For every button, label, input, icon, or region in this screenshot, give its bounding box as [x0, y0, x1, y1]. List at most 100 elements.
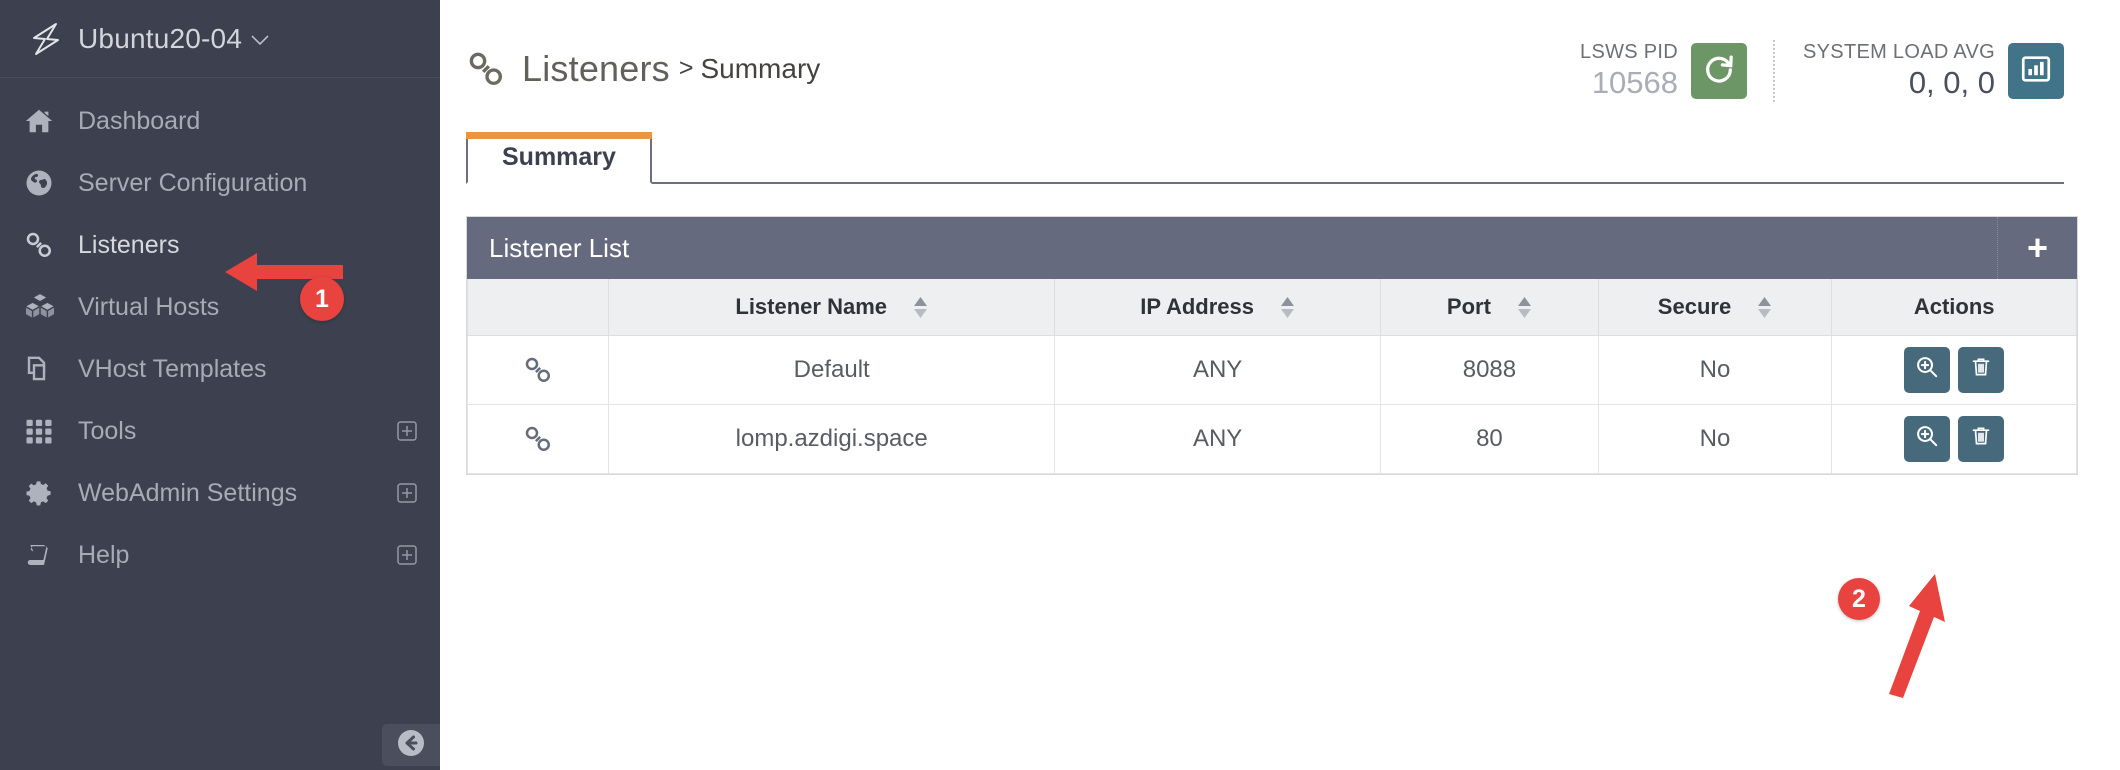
status-indicators: LSWS PID 10568	[1580, 34, 2064, 102]
link-chain-icon	[24, 230, 68, 260]
sort-icon[interactable]	[913, 297, 928, 318]
sidebar-item-dashboard[interactable]: Dashboard	[0, 90, 440, 152]
sidebar-item-label: Help	[78, 541, 129, 570]
brand-header[interactable]: Ubuntu20-04	[0, 0, 440, 78]
view-listener-button[interactable]	[1904, 416, 1950, 462]
breadcrumb: Listeners > Summary	[466, 34, 820, 90]
lsws-pid-label: LSWS PID	[1580, 42, 1678, 64]
expand-plus-icon[interactable]	[396, 544, 418, 566]
lightning-bolt-icon	[24, 17, 68, 61]
sidebar-item-tools[interactable]: Tools	[0, 400, 440, 462]
page-title: Listeners	[522, 48, 670, 90]
column-header-listener-name[interactable]: Listener Name	[609, 279, 1055, 336]
delete-listener-button[interactable]	[1958, 416, 2004, 462]
column-header-port[interactable]: Port	[1381, 279, 1598, 336]
lsws-pid-stat: LSWS PID 10568	[1580, 42, 1747, 99]
expand-plus-icon[interactable]	[396, 420, 418, 442]
chevron-down-icon[interactable]	[251, 32, 269, 49]
row-type-cell	[468, 405, 609, 474]
real-time-stats-button[interactable]	[2008, 43, 2064, 99]
column-header-icon	[468, 279, 609, 336]
tab-label: Summary	[502, 143, 616, 172]
webadmin-console: Ubuntu20-04 Dashboard	[0, 0, 2120, 770]
copy-files-icon	[24, 354, 68, 384]
magnifier-plus-icon	[1914, 423, 1940, 456]
column-label: IP Address	[1140, 294, 1254, 320]
grid-dots-icon	[24, 416, 68, 446]
lsws-pid-value: 10568	[1580, 66, 1678, 99]
cubes-icon	[24, 292, 68, 322]
link-chain-icon	[466, 49, 506, 89]
sort-icon[interactable]	[1757, 297, 1772, 318]
cell-port: 8088	[1381, 336, 1598, 405]
sort-icon[interactable]	[1517, 297, 1532, 318]
arrow-left-circle-icon	[395, 727, 427, 764]
bar-chart-icon	[2019, 52, 2053, 91]
sidebar-item-help[interactable]: Help	[0, 524, 440, 586]
link-chain-icon	[468, 424, 608, 454]
link-chain-icon	[468, 355, 608, 385]
cell-ip-address: ANY	[1055, 336, 1381, 405]
page-header: Listeners > Summary LSWS PID 10568	[440, 0, 2120, 102]
column-label: Port	[1447, 294, 1491, 320]
sidebar-nav: Dashboard Server Configuration	[0, 78, 440, 770]
sort-icon[interactable]	[1280, 297, 1295, 318]
sidebar-item-listeners[interactable]: Listeners	[0, 214, 440, 276]
panel-title: Listener List	[489, 233, 629, 264]
refresh-icon	[1702, 52, 1736, 91]
row-type-cell	[468, 336, 609, 405]
status-divider	[1773, 40, 1777, 102]
sidebar-item-label: Tools	[78, 417, 136, 446]
column-label: Actions	[1914, 294, 1995, 320]
restart-server-button[interactable]	[1691, 43, 1747, 99]
column-header-actions: Actions	[1832, 279, 2077, 336]
book-icon	[24, 540, 68, 570]
breadcrumb-current: Summary	[700, 53, 820, 85]
breadcrumb-separator: >	[679, 54, 694, 83]
sidebar-item-server-configuration[interactable]: Server Configuration	[0, 152, 440, 214]
listener-list-panel: Listener List + Listener Name	[466, 216, 2078, 475]
table-header-row: Listener Name IP Address	[468, 279, 2077, 336]
cell-secure: No	[1598, 405, 1832, 474]
column-label: Secure	[1658, 294, 1731, 320]
table-row[interactable]: Default ANY 8088 No	[468, 336, 2077, 405]
home-icon	[24, 106, 68, 136]
cell-actions	[1832, 336, 2077, 405]
system-load-label: SYSTEM LOAD AVG	[1803, 42, 1995, 64]
plus-icon: +	[2027, 234, 2048, 262]
column-header-secure[interactable]: Secure	[1598, 279, 1832, 336]
tab-bar: Summary	[466, 130, 2064, 184]
panel-header: Listener List +	[467, 217, 2077, 279]
delete-listener-button[interactable]	[1958, 347, 2004, 393]
listener-table: Listener Name IP Address	[467, 279, 2077, 474]
add-listener-button[interactable]: +	[1997, 217, 2077, 279]
system-load-avg-stat: SYSTEM LOAD AVG 0, 0, 0	[1803, 42, 2064, 99]
sidebar-item-webadmin-settings[interactable]: WebAdmin Settings	[0, 462, 440, 524]
cell-listener-name: Default	[609, 336, 1055, 405]
sidebar-item-virtual-hosts[interactable]: Virtual Hosts	[0, 276, 440, 338]
sidebar-item-vhost-templates[interactable]: VHost Templates	[0, 338, 440, 400]
sidebar-item-label: WebAdmin Settings	[78, 479, 297, 508]
system-load-value: 0, 0, 0	[1803, 66, 1995, 99]
sidebar: Ubuntu20-04 Dashboard	[0, 0, 440, 770]
sidebar-item-label: Server Configuration	[78, 169, 307, 198]
table-row[interactable]: lomp.azdigi.space ANY 80 No	[468, 405, 2077, 474]
brand-name: Ubuntu20-04	[78, 23, 242, 55]
tab-summary[interactable]: Summary	[466, 132, 652, 184]
cell-ip-address: ANY	[1055, 405, 1381, 474]
column-header-ip-address[interactable]: IP Address	[1055, 279, 1381, 336]
gear-icon	[24, 478, 68, 508]
cell-listener-name: lomp.azdigi.space	[609, 405, 1055, 474]
view-listener-button[interactable]	[1904, 347, 1950, 393]
annotation-badge-2: 2	[1838, 578, 1880, 620]
trash-icon	[1969, 355, 1993, 386]
globe-icon	[24, 168, 68, 198]
sidebar-item-label: VHost Templates	[78, 355, 267, 384]
sidebar-collapse-button[interactable]	[382, 724, 440, 766]
sidebar-item-label: Dashboard	[78, 107, 200, 136]
expand-plus-icon[interactable]	[396, 482, 418, 504]
magnifier-plus-icon	[1914, 354, 1940, 387]
main-content: Listeners > Summary LSWS PID 10568	[440, 0, 2120, 770]
sidebar-item-label: Listeners	[78, 231, 179, 260]
sidebar-item-label: Virtual Hosts	[78, 293, 219, 322]
